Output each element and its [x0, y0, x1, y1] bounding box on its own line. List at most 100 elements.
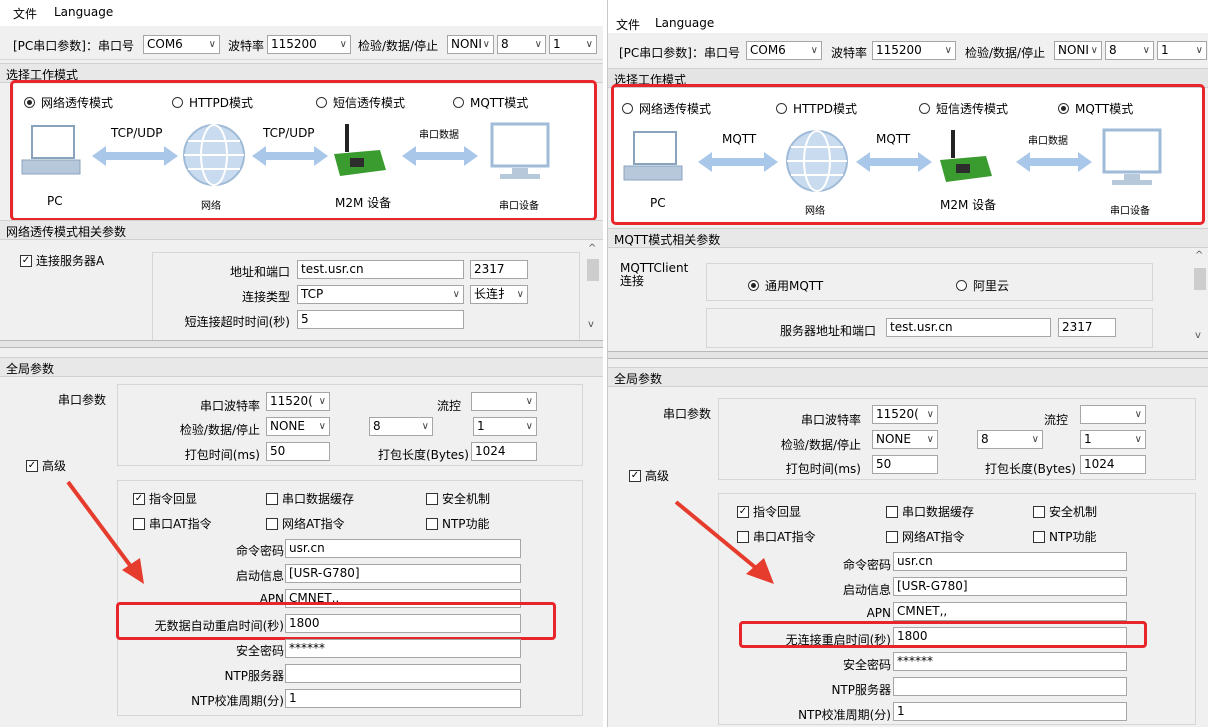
serial-port-select[interactable]: COM6 ∨: [143, 35, 220, 54]
checkbox-icon: [886, 505, 898, 518]
databits-select[interactable]: 8 ∨: [497, 35, 546, 54]
scroll-thumb[interactable]: [587, 259, 599, 281]
check-net-at[interactable]: 网络AT指令: [886, 528, 965, 545]
conn-mode-select[interactable]: 长连扌 ∨: [470, 285, 528, 304]
serial-port-select[interactable]: COM6 ∨: [746, 41, 822, 60]
flow-select[interactable]: ∨: [471, 392, 537, 411]
check-ntp[interactable]: NTP功能: [1033, 528, 1097, 545]
sec-pwd-input[interactable]: ******: [893, 652, 1127, 671]
stopbits-select[interactable]: 1 ∨: [1157, 41, 1207, 60]
checkbox-icon: [266, 492, 278, 505]
ntp-server-label: NTP服务器: [224, 669, 284, 683]
serial-params-label: 串口参数: [58, 393, 107, 407]
global-section-header: 全局参数: [0, 357, 603, 377]
advanced-checkbox[interactable]: ✓ 高级: [629, 467, 669, 484]
radio-general-mqtt[interactable]: 通用MQTT: [748, 277, 823, 294]
ntp-period-input[interactable]: 1: [893, 702, 1127, 721]
check-serial-cache[interactable]: 串口数据缓存: [266, 490, 354, 507]
scroll-thumb[interactable]: [1194, 268, 1206, 290]
chevron-down-icon: ∨: [450, 286, 460, 303]
addr-port-label: 地址和端口: [229, 265, 290, 279]
pack-len-input[interactable]: 1024: [1080, 455, 1146, 474]
param-scrollbar[interactable]: ^ v: [1192, 250, 1208, 346]
splitter[interactable]: [608, 351, 1208, 359]
scroll-down-icon[interactable]: v: [1195, 330, 1201, 341]
chevron-down-icon: ∨: [316, 393, 326, 410]
server-port-input[interactable]: 2317: [470, 260, 528, 279]
baud-select[interactable]: 115200 ∨: [872, 41, 956, 60]
stopbits-select[interactable]: 1 ∨: [549, 35, 597, 54]
global-parity-label: 检验/数据/停止: [780, 438, 861, 452]
scroll-down-icon[interactable]: v: [588, 319, 594, 330]
boot-info-input[interactable]: [USR-G780]: [893, 577, 1127, 596]
global-baud-select[interactable]: 11520(∨: [872, 405, 938, 424]
global-parity-select[interactable]: NONE ∨: [872, 430, 938, 449]
chevron-down-icon: ∨: [337, 36, 347, 53]
global-parity-label: 检验/数据/停止: [179, 423, 260, 437]
boot-info-label: 启动信息: [842, 583, 891, 597]
baud-select[interactable]: 115200 ∨: [267, 35, 351, 54]
apn-input[interactable]: CMNET,,: [893, 602, 1127, 621]
serial-params-label: 串口参数: [663, 407, 712, 421]
global-baud-select[interactable]: 11520(∨: [266, 392, 330, 411]
server-port-input[interactable]: 2317: [1058, 318, 1116, 337]
server-address-input[interactable]: test.usr.cn: [886, 318, 1051, 337]
conn-type-select[interactable]: TCP ∨: [297, 285, 464, 304]
global-parity-select[interactable]: NONE ∨: [266, 417, 330, 436]
ntp-period-label: NTP校准周期(分): [191, 694, 284, 708]
radio-aliyun[interactable]: 阿里云: [956, 277, 1009, 294]
timeout-input[interactable]: 5: [297, 310, 464, 329]
timeout-label: 短连接超时时间(秒): [184, 315, 290, 329]
baud-label: 波特率: [831, 46, 868, 60]
serial-port-label: [PC串口参数]：串口号: [13, 39, 134, 53]
pack-time-input[interactable]: 50: [266, 442, 330, 461]
advanced-checkbox[interactable]: ✓ 高级: [26, 457, 66, 474]
boot-info-input[interactable]: [USR-G780]: [285, 564, 521, 583]
param-scrollbar[interactable]: ^ v: [585, 243, 601, 335]
global-stopbits-select[interactable]: 1 ∨: [473, 417, 537, 436]
databits-select[interactable]: 8 ∨: [1105, 41, 1154, 60]
menu-language[interactable]: Language: [54, 5, 113, 19]
server-address-input[interactable]: test.usr.cn: [297, 260, 464, 279]
pack-len-input[interactable]: 1024: [471, 442, 537, 461]
menu-bar: 文件 Language: [608, 0, 1208, 33]
sec-pwd-label: 安全密码: [235, 644, 284, 658]
connect-server-a-checkbox[interactable]: ✓ 连接服务器A: [20, 252, 104, 269]
global-stopbits-select[interactable]: 1 ∨: [1080, 430, 1146, 449]
splitter[interactable]: [0, 340, 603, 348]
sec-pwd-input[interactable]: ******: [285, 639, 521, 658]
checkbox-checked-icon: ✓: [26, 459, 38, 472]
ntp-period-input[interactable]: 1: [285, 689, 521, 708]
cmd-pwd-input[interactable]: usr.cn: [893, 552, 1127, 571]
ntp-server-input[interactable]: [893, 677, 1127, 696]
flow-select[interactable]: ∨: [1080, 405, 1146, 424]
global-databits-select[interactable]: 8 ∨: [977, 430, 1043, 449]
chevron-down-icon: ∨: [514, 286, 524, 303]
apn-label: APN: [866, 606, 891, 620]
cmd-pwd-input[interactable]: usr.cn: [285, 539, 521, 558]
check-security[interactable]: 安全机制: [1033, 503, 1097, 520]
menu-file[interactable]: 文件: [13, 5, 37, 22]
checkbox-checked-icon: ✓: [20, 254, 32, 267]
param-section-header: MQTT模式相关参数: [608, 228, 1208, 248]
menu-bar: 文件 Language: [0, 0, 603, 26]
chevron-down-icon: ∨: [942, 42, 952, 59]
parity-select[interactable]: NONI ∨: [1054, 41, 1102, 60]
chevron-down-icon: ∨: [523, 393, 533, 410]
scroll-up-icon[interactable]: ^: [1195, 250, 1203, 261]
left-config-window: 文件 Language [PC串口参数]：串口号 COM6 ∨ 波特率 11520…: [0, 0, 603, 727]
menu-language[interactable]: Language: [655, 16, 714, 30]
conn-type-label: 连接类型: [241, 290, 290, 304]
chevron-down-icon: ∨: [1193, 42, 1203, 59]
check-net-at[interactable]: 网络AT指令: [266, 515, 345, 532]
menu-file[interactable]: 文件: [616, 16, 640, 33]
check-security[interactable]: 安全机制: [426, 490, 490, 507]
scroll-up-icon[interactable]: ^: [588, 243, 596, 254]
check-ntp[interactable]: NTP功能: [426, 515, 490, 532]
ntp-server-input[interactable]: [285, 664, 521, 683]
pack-time-input[interactable]: 50: [872, 455, 938, 474]
ntp-period-label: NTP校准周期(分): [798, 708, 891, 722]
parity-select[interactable]: NONI ∨: [447, 35, 494, 54]
global-databits-select[interactable]: 8 ∨: [369, 417, 433, 436]
check-serial-cache[interactable]: 串口数据缓存: [886, 503, 974, 520]
